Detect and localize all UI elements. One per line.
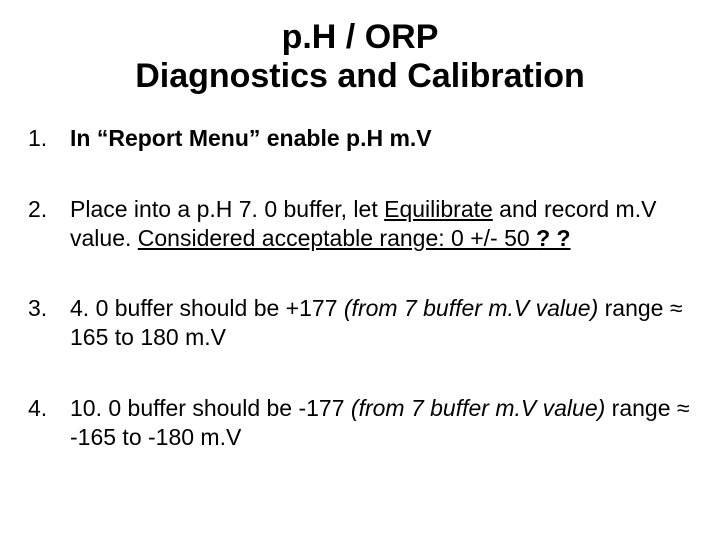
step-body: Place into a p.H 7. 0 buffer, let Equili… xyxy=(70,195,692,253)
steps-list: 1. In “Report Menu” enable p.H m.V 2. Pl… xyxy=(28,124,692,451)
slide: p.H / ORP Diagnostics and Calibration 1.… xyxy=(0,0,720,540)
parenthetical: (from 7 buffer m.V value) xyxy=(351,395,605,421)
step-number: 1. xyxy=(28,124,70,153)
approx-icon: ≈ xyxy=(670,295,683,321)
parenthetical: (from 7 buffer m.V value) xyxy=(344,295,598,321)
step-1: 1. In “Report Menu” enable p.H m.V xyxy=(28,124,692,153)
step-number: 3. xyxy=(28,294,70,323)
step-body: 4. 0 buffer should be +177 (from 7 buffe… xyxy=(70,294,692,352)
step-number: 2. xyxy=(28,195,70,224)
step-body: 10. 0 buffer should be -177 (from 7 buff… xyxy=(70,394,692,452)
equilibrate-term: Equilibrate xyxy=(384,196,493,222)
approx-icon: ≈ xyxy=(677,395,690,421)
title-line-2: Diagnostics and Calibration xyxy=(135,57,585,95)
step-2: 2. Place into a p.H 7. 0 buffer, let Equ… xyxy=(28,195,692,253)
acceptable-range: Considered acceptable range: 0 +/- 50 xyxy=(138,225,536,251)
title-line-1: p.H / ORP xyxy=(282,18,439,56)
step-4: 4. 10. 0 buffer should be -177 (from 7 b… xyxy=(28,394,692,452)
step-3: 3. 4. 0 buffer should be +177 (from 7 bu… xyxy=(28,294,692,352)
step-body: In “Report Menu” enable p.H m.V xyxy=(70,124,692,153)
question-marks: ? ? xyxy=(536,225,571,251)
step-number: 4. xyxy=(28,394,70,423)
slide-title: p.H / ORP Diagnostics and Calibration xyxy=(28,18,692,96)
